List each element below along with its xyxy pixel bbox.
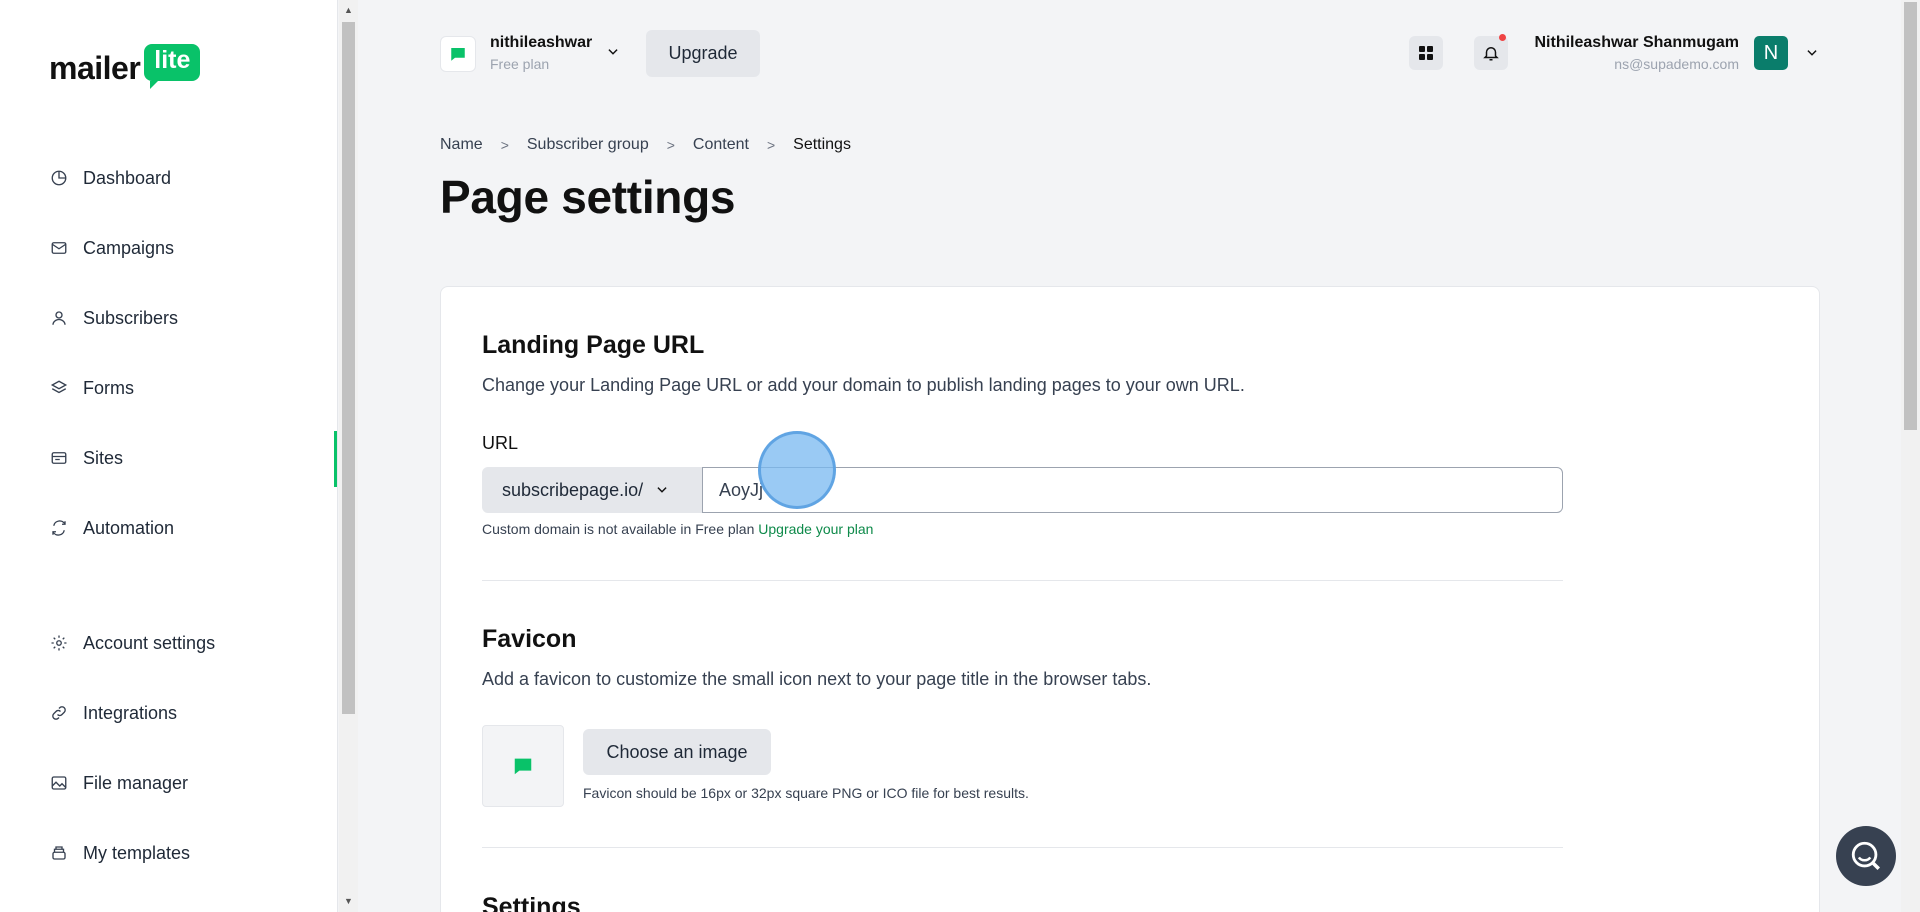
settings-card: Landing Page URL Change your Landing Pag…: [440, 286, 1820, 912]
logo-word: mailer: [49, 50, 141, 86]
active-indicator: [334, 431, 337, 487]
sidebar-item-my-templates[interactable]: My templates: [49, 833, 190, 873]
sidebar-item-label: Subscribers: [83, 307, 179, 328]
sidebar-item-label: Sites: [83, 447, 124, 468]
upgrade-button[interactable]: Upgrade: [646, 30, 760, 77]
chevron-right-icon: >: [500, 137, 509, 153]
pie-chart-icon: [49, 168, 69, 188]
mailerlite-logo[interactable]: mailer lite: [49, 44, 201, 89]
chevron-down-icon[interactable]: [606, 45, 620, 59]
landing-url-title: Landing Page URL: [482, 331, 705, 359]
sidebar-scrollbar-thumb[interactable]: [342, 22, 355, 714]
chevron-down-icon[interactable]: [1805, 46, 1819, 60]
account-name[interactable]: nithileashwar: [490, 34, 592, 52]
avatar[interactable]: N: [1754, 36, 1788, 70]
sidebar-item-label: Forms: [83, 377, 134, 398]
settings-section-title: Settings: [482, 893, 581, 912]
sidebar-item-dashboard[interactable]: Dashboard: [49, 158, 171, 198]
chevron-right-icon: >: [766, 137, 776, 153]
sidebar-item-file-manager[interactable]: File manager: [49, 763, 188, 803]
sidebar-item-label: Integrations: [83, 702, 178, 723]
upgrade-plan-link[interactable]: Upgrade your plan: [758, 521, 873, 537]
sidebar-item-sites[interactable]: Sites: [49, 438, 123, 478]
notifications-button[interactable]: [1474, 34, 1508, 70]
domain-value: subscribepage.io/: [502, 479, 644, 500]
apps-button[interactable]: [1409, 36, 1443, 70]
chevron-down-icon: [657, 487, 667, 493]
favicon-title: Favicon: [482, 625, 577, 653]
section-divider: [482, 580, 1563, 581]
image-icon: [49, 773, 69, 793]
account-logo[interactable]: [440, 36, 476, 72]
sidebar-item-campaigns[interactable]: Campaigns: [49, 228, 174, 268]
section-divider: [482, 847, 1563, 848]
sidebar-item-forms[interactable]: Forms: [49, 368, 134, 408]
user-name[interactable]: Nithileashwar Shanmugam: [1535, 34, 1740, 52]
account-plan: Free plan: [490, 56, 550, 72]
sidebar: mailer lite Dashboard Campaigns Subscrib…: [0, 0, 338, 912]
notification-badge: [1499, 34, 1506, 41]
favicon-description: Add a favicon to customize the small ico…: [482, 669, 1152, 689]
help-chat-button[interactable]: [1836, 826, 1896, 886]
chat-bubble-icon: [514, 758, 532, 775]
search-icon: [1851, 841, 1881, 871]
sidebar-item-subscribers[interactable]: Subscribers: [49, 298, 178, 338]
sidebar-item-label: Dashboard: [83, 167, 172, 188]
browser-icon: [49, 448, 69, 468]
layers-icon: [49, 378, 69, 398]
gear-icon: [49, 633, 69, 653]
domain-select[interactable]: subscribepage.io/: [482, 467, 702, 513]
chat-bubble-icon: [451, 48, 465, 61]
favicon-preview: [482, 725, 564, 807]
custom-domain-note: Custom domain is not available in Free p…: [482, 521, 755, 537]
click-indicator: [758, 431, 836, 509]
url-help-text: Custom domain is not available in Free p…: [482, 521, 873, 537]
sidebar-item-label: My templates: [83, 842, 191, 863]
envelope-icon: [49, 238, 69, 258]
sidebar-item-label: File manager: [83, 772, 189, 793]
sidebar-item-account-settings[interactable]: Account settings: [49, 623, 215, 663]
breadcrumb-settings: Settings: [793, 136, 851, 153]
choose-image-button[interactable]: Choose an image: [583, 729, 771, 775]
user-email: ns@supademo.com: [1614, 56, 1739, 72]
breadcrumb-subscriber-group[interactable]: Subscriber group: [527, 136, 649, 154]
breadcrumb: Name > Subscriber group > Content > Sett…: [440, 136, 851, 154]
breadcrumb-content[interactable]: Content: [693, 136, 749, 154]
page-title: Page settings: [440, 171, 736, 223]
sidebar-item-automation[interactable]: Automation: [49, 508, 174, 548]
sidebar-item-label: Account settings: [83, 632, 216, 653]
refresh-icon: [49, 518, 69, 538]
bell-icon: [1483, 47, 1499, 61]
sidebar-item-label: Campaigns: [83, 237, 175, 258]
main-scrollbar-thumb[interactable]: [1904, 2, 1917, 430]
user-icon: [49, 308, 69, 328]
scroll-up-arrow-icon[interactable]: ▲: [342, 4, 355, 16]
sidebar-item-label: Automation: [83, 517, 175, 538]
landing-url-description: Change your Landing Page URL or add your…: [482, 375, 1245, 395]
chevron-right-icon: >: [666, 137, 675, 153]
scroll-down-arrow-icon[interactable]: ▼: [342, 895, 355, 907]
sidebar-item-integrations[interactable]: Integrations: [49, 693, 177, 733]
grid-icon: [1419, 46, 1433, 60]
stack-icon: [49, 843, 69, 863]
favicon-help-text: Favicon should be 16px or 32px square PN…: [583, 785, 1029, 801]
breadcrumb-name[interactable]: Name: [440, 136, 483, 154]
logo-badge: lite: [144, 44, 201, 89]
link-icon: [49, 703, 69, 723]
url-label: URL: [482, 433, 519, 453]
